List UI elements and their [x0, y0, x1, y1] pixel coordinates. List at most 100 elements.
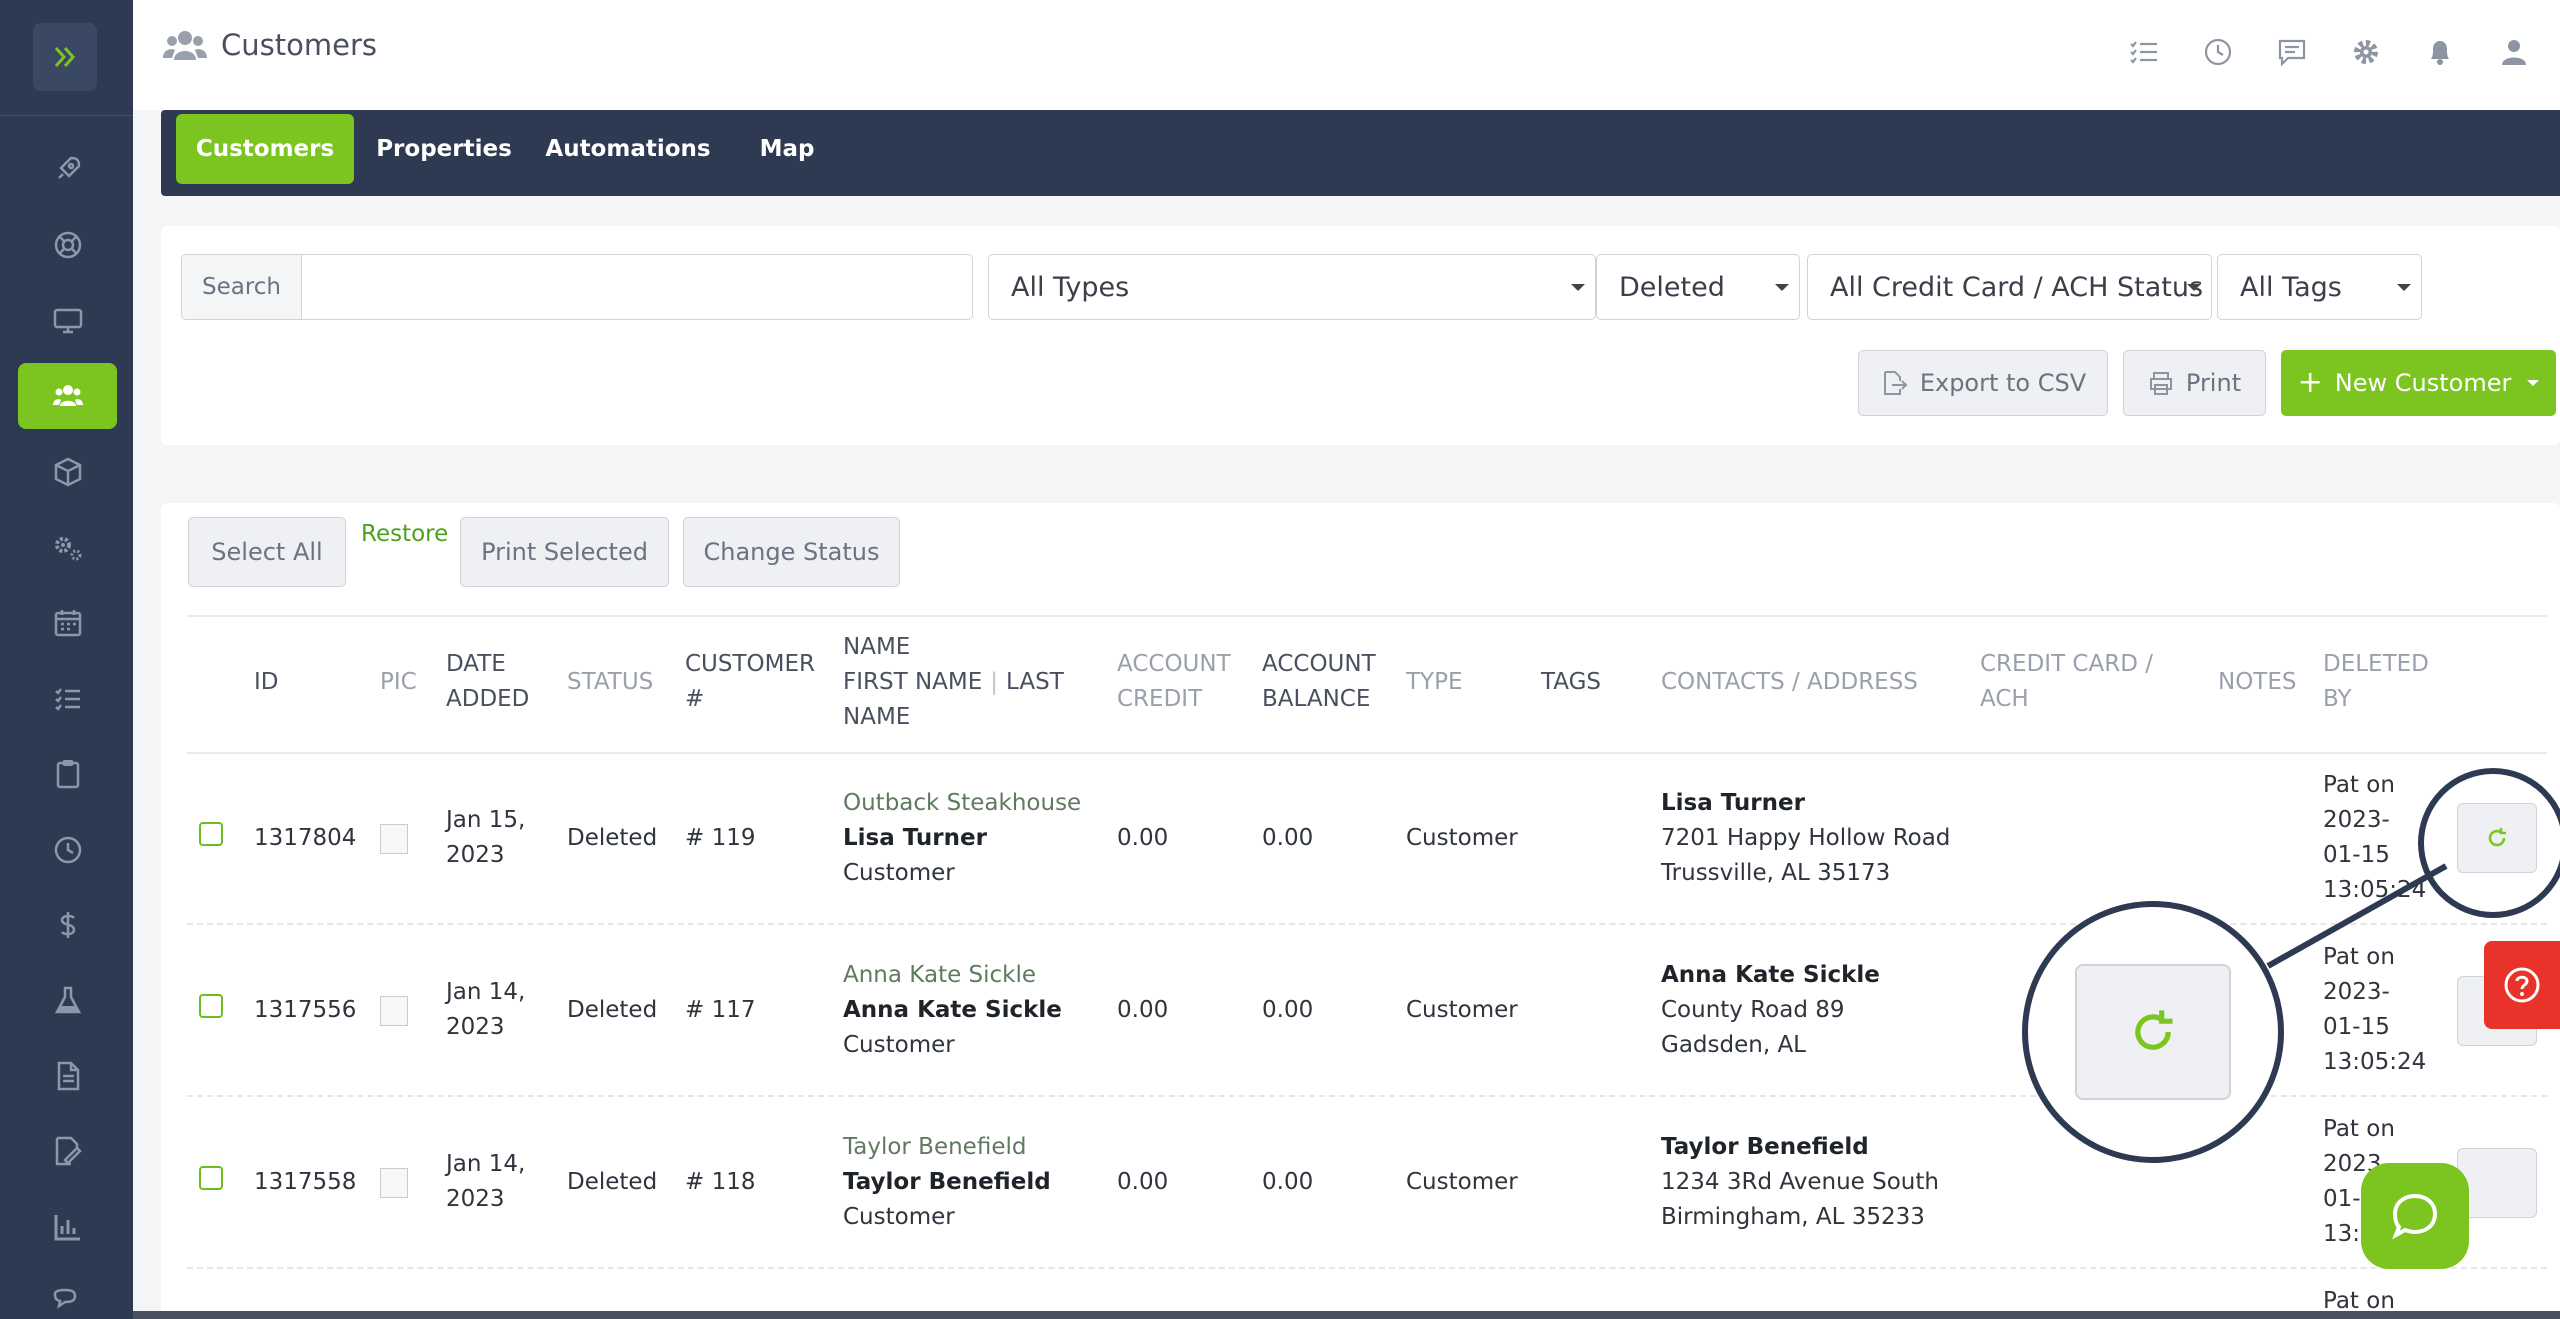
col-name-separator: |: [990, 669, 999, 695]
caret-down-icon: [1775, 284, 1789, 291]
sidebar-item-time[interactable]: [18, 817, 117, 883]
gears-icon: [54, 537, 81, 561]
row-customer-name[interactable]: Lisa Turner: [843, 821, 1081, 856]
col-credit-card-ach[interactable]: CREDIT CARD / ACH: [1980, 647, 2153, 717]
col-id[interactable]: ID: [254, 665, 279, 700]
sidebar-item-documents[interactable]: [18, 1043, 117, 1109]
bottom-scrollbar[interactable]: [133, 1311, 2560, 1319]
box-icon: [54, 457, 81, 487]
col-status[interactable]: STATUS: [567, 665, 653, 700]
live-chat-button[interactable]: [2361, 1163, 2469, 1269]
gear-icon[interactable]: [2348, 34, 2384, 70]
col-type[interactable]: TYPE: [1406, 665, 1463, 700]
restore-link[interactable]: Restore: [361, 521, 448, 547]
tasks-icon[interactable]: [2126, 34, 2162, 70]
tab-map[interactable]: Map: [737, 114, 837, 184]
double-chevron-right-icon: [54, 47, 76, 67]
col-name[interactable]: NAME FIRST NAME | LAST NAME: [843, 630, 1064, 735]
row-checkbox[interactable]: [199, 994, 223, 1018]
row-address-line1: 1234 3Rd Avenue South: [1661, 1169, 1939, 1195]
sidebar-item-support[interactable]: [18, 212, 117, 278]
row-contact-name: Anna Kate Sickle: [1661, 962, 1880, 988]
row-company-link[interactable]: Outback Steakhouse: [843, 786, 1081, 821]
type-select[interactable]: All Types: [988, 254, 1596, 320]
print-selected-button[interactable]: Print Selected: [460, 517, 669, 587]
caret-down-icon: [2397, 284, 2411, 291]
sidebar-item-customers[interactable]: [18, 363, 117, 429]
sidebar-toggle-button[interactable]: [33, 23, 97, 91]
row-address-line2: Birmingham, AL 35233: [1661, 1204, 1925, 1230]
sidebar-item-clipboard[interactable]: [18, 741, 117, 807]
col-pic: PIC: [380, 669, 417, 695]
select-all-button[interactable]: Select All: [188, 517, 346, 587]
sidebar-item-inventory[interactable]: [18, 439, 117, 505]
row-checkbox[interactable]: [199, 822, 223, 846]
bell-icon[interactable]: [2422, 34, 2458, 70]
sidebar-item-dashboard[interactable]: [18, 288, 117, 354]
search-input[interactable]: [302, 255, 972, 319]
row-deleted-line4: 13:05:24: [2323, 877, 2427, 903]
sidebar-item-reports[interactable]: [18, 1194, 117, 1260]
search-group: Search: [181, 254, 973, 320]
col-date-added[interactable]: DATE ADDED: [446, 647, 529, 717]
export-csv-button[interactable]: Export to CSV: [1858, 350, 2108, 416]
col-account-balance[interactable]: ACCOUNT BALANCE: [1262, 647, 1376, 717]
sidebar-item-messages[interactable]: [18, 1270, 117, 1319]
row-status: Deleted: [567, 1169, 658, 1195]
sidebar-item-contracts[interactable]: [18, 1118, 117, 1184]
sidebar-item-rocket[interactable]: [18, 136, 117, 202]
col-tags[interactable]: TAGS: [1541, 665, 1601, 700]
chat-icon[interactable]: [2274, 34, 2310, 70]
new-customer-label: New Customer: [2334, 369, 2512, 397]
col-customer-number[interactable]: CUSTOMER #: [685, 647, 815, 717]
restore-button[interactable]: [2457, 1148, 2537, 1218]
row-contact-address: Anna Kate Sickle County Road 89 Gadsden,…: [1661, 958, 1880, 1063]
col-cc-line1: CREDIT CARD /: [1980, 651, 2153, 677]
col-first-name: FIRST NAME: [843, 669, 983, 695]
users-icon: [163, 31, 207, 60]
col-account-credit[interactable]: ACCOUNT CREDIT: [1117, 647, 1231, 717]
user-icon[interactable]: [2496, 34, 2532, 70]
sidebar-item-tasks[interactable]: [18, 666, 117, 732]
signature-icon: [55, 1136, 82, 1166]
new-customer-button[interactable]: + New Customer: [2281, 350, 2556, 416]
tab-customers[interactable]: Customers: [176, 114, 354, 184]
tags-select[interactable]: All Tags: [2217, 254, 2422, 320]
row-company-link[interactable]: Taylor Benefield: [843, 1130, 1051, 1165]
sidebar-item-settings[interactable]: [18, 515, 117, 581]
row-customer-name[interactable]: Anna Kate Sickle: [843, 993, 1062, 1028]
row-name: Anna Kate Sickle Anna Kate Sickle Custom…: [843, 958, 1062, 1063]
print-button[interactable]: Print: [2123, 350, 2266, 416]
sidebar-item-lab[interactable]: [18, 968, 117, 1034]
sidebar-item-billing[interactable]: [18, 892, 117, 958]
status-select[interactable]: Deleted: [1596, 254, 1800, 320]
flask-icon: [54, 986, 81, 1014]
col-deleted-by-line2: BY: [2323, 686, 2352, 712]
col-contacts-address[interactable]: CONTACTS / ADDRESS: [1661, 665, 1918, 700]
row-company-link[interactable]: Anna Kate Sickle: [843, 958, 1062, 993]
row-date-line2: 2023: [446, 1014, 505, 1040]
row-checkbox[interactable]: [199, 1166, 223, 1190]
row-id: 1317804: [254, 825, 357, 851]
file-export-icon: [1883, 371, 1908, 395]
row-account-credit: 0.00: [1117, 997, 1169, 1023]
sidebar-item-calendar[interactable]: [18, 590, 117, 656]
row-date-added: Jan 14, 2023: [446, 1147, 525, 1217]
tab-properties[interactable]: Properties: [369, 114, 519, 184]
col-notes[interactable]: NOTES: [2218, 665, 2297, 700]
change-status-button[interactable]: Change Status: [683, 517, 900, 587]
row-customer-name[interactable]: Taylor Benefield: [843, 1165, 1051, 1200]
customers-tabbar: Customers Properties Automations Map: [161, 110, 2560, 196]
lifebuoy-icon: [54, 231, 81, 259]
col-deleted-by[interactable]: DELETED BY: [2323, 647, 2429, 717]
comments-icon: [53, 1288, 76, 1309]
rocket-icon: [57, 156, 80, 179]
clock-icon[interactable]: [2200, 34, 2236, 70]
calendar-icon: [54, 610, 81, 637]
col-customer-line2: #: [685, 686, 705, 712]
row-deleted-line4: 13:05:24: [2323, 1049, 2427, 1075]
col-name-line1: NAME: [843, 634, 911, 660]
credit-card-status-select[interactable]: All Credit Card / ACH Status: [1807, 254, 2212, 320]
help-button[interactable]: [2484, 941, 2560, 1029]
tab-automations[interactable]: Automations: [533, 114, 723, 184]
